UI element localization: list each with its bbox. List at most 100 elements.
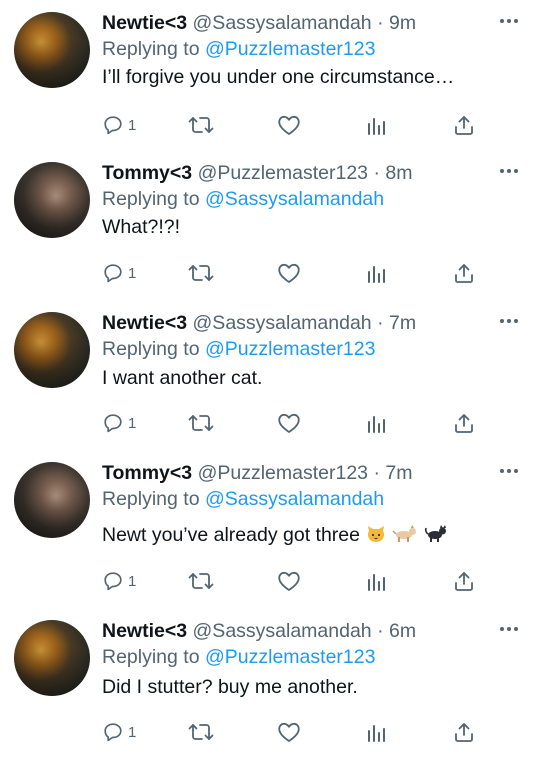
share-button[interactable] — [453, 409, 475, 437]
mention-link[interactable]: @Puzzlemaster123 — [205, 646, 375, 668]
timestamp[interactable]: · 7m — [377, 312, 416, 334]
share-button[interactable] — [453, 259, 475, 287]
user-handle[interactable]: @Sassysalamandah — [193, 312, 372, 334]
share-button[interactable] — [453, 567, 475, 595]
tweet[interactable]: Newtie<3 @Sassysalamandah · 7m Replying … — [0, 302, 540, 452]
mention-link[interactable]: @Sassysalamandah — [205, 488, 384, 510]
like-button[interactable] — [277, 718, 301, 746]
like-button[interactable] — [277, 111, 301, 139]
reply-icon — [102, 262, 124, 284]
display-name[interactable]: Tommy<3 — [102, 462, 192, 484]
share-icon — [453, 412, 475, 434]
retweet-icon — [188, 721, 214, 743]
avatar[interactable] — [14, 312, 90, 388]
user-handle[interactable]: @Puzzlemaster123 — [198, 462, 368, 484]
avatar[interactable] — [14, 620, 90, 696]
analytics-button[interactable] — [366, 718, 386, 746]
user-handle[interactable]: @Sassysalamandah — [193, 620, 372, 642]
mention-link[interactable]: @Puzzlemaster123 — [205, 38, 375, 60]
tweet[interactable]: Tommy<3 @Puzzlemaster123 · 8m Replying t… — [0, 152, 540, 302]
like-icon — [277, 412, 301, 434]
tweet-header: Newtie<3 @Sassysalamandah · 6m — [102, 620, 416, 643]
like-icon — [277, 721, 301, 743]
tweet-text: Did I stutter? buy me another. — [102, 676, 358, 698]
analytics-button[interactable] — [366, 111, 386, 139]
retweet-icon — [188, 570, 214, 592]
action-bar: 1 — [102, 718, 482, 746]
share-icon — [453, 114, 475, 136]
replying-to-label: Replying to — [102, 488, 200, 510]
replying-to-line: Replying to @Puzzlemaster123 — [102, 338, 375, 361]
more-icon[interactable] — [498, 622, 520, 636]
more-icon[interactable] — [498, 464, 520, 478]
avatar[interactable] — [14, 462, 90, 538]
replying-to-label: Replying to — [102, 38, 200, 60]
analytics-icon — [366, 721, 386, 743]
tweet-header: Newtie<3 @Sassysalamandah · 9m — [102, 12, 416, 35]
avatar[interactable] — [14, 162, 90, 238]
action-bar: 1 — [102, 259, 482, 287]
action-bar: 1 — [102, 111, 482, 139]
user-handle[interactable]: @Puzzlemaster123 — [198, 162, 368, 184]
display-name[interactable]: Tommy<3 — [102, 162, 192, 184]
display-name[interactable]: Newtie<3 — [102, 12, 187, 34]
dog-emoji — [392, 525, 418, 549]
reply-button[interactable]: 1 — [102, 567, 136, 595]
like-icon — [277, 570, 301, 592]
more-icon[interactable] — [498, 14, 520, 28]
analytics-button[interactable] — [366, 259, 386, 287]
action-bar: 1 — [102, 409, 482, 437]
reply-count: 1 — [128, 723, 137, 741]
display-name[interactable]: Newtie<3 — [102, 312, 187, 334]
replying-to-line: Replying to @Sassysalamandah — [102, 188, 384, 211]
tweet-header: Newtie<3 @Sassysalamandah · 7m — [102, 312, 416, 335]
reply-count: 1 — [128, 572, 137, 590]
action-bar: 1 — [102, 567, 482, 595]
share-icon — [453, 721, 475, 743]
retweet-button[interactable] — [188, 259, 214, 287]
retweet-button[interactable] — [188, 409, 214, 437]
share-icon — [453, 570, 475, 592]
tweet[interactable]: Tommy<3 @Puzzlemaster123 · 7m Replying t… — [0, 452, 540, 602]
share-button[interactable] — [453, 111, 475, 139]
tweet-text-row: Newt you’ve already got three — [102, 524, 448, 549]
reply-button[interactable]: 1 — [102, 409, 136, 437]
more-icon[interactable] — [498, 164, 520, 178]
like-icon — [277, 262, 301, 284]
more-icon[interactable] — [498, 314, 520, 328]
reply-count: 1 — [128, 264, 137, 282]
black-cat-emoji — [424, 525, 448, 549]
like-button[interactable] — [277, 259, 301, 287]
replying-to-label: Replying to — [102, 188, 200, 210]
tweet[interactable]: Newtie<3 @Sassysalamandah · 9m Replying … — [0, 2, 540, 152]
replying-to-label: Replying to — [102, 338, 200, 360]
tweet[interactable]: Newtie<3 @Sassysalamandah · 6m Replying … — [0, 610, 540, 760]
mention-link[interactable]: @Puzzlemaster123 — [205, 338, 375, 360]
retweet-button[interactable] — [188, 567, 214, 595]
like-icon — [277, 114, 301, 136]
like-button[interactable] — [277, 567, 301, 595]
tweet-header: Tommy<3 @Puzzlemaster123 · 7m — [102, 462, 412, 485]
analytics-button[interactable] — [366, 409, 386, 437]
timestamp[interactable]: · 8m — [373, 162, 412, 184]
replying-to-line: Replying to @Puzzlemaster123 — [102, 646, 375, 669]
retweet-button[interactable] — [188, 718, 214, 746]
share-button[interactable] — [453, 718, 475, 746]
reply-button[interactable]: 1 — [102, 259, 136, 287]
user-handle[interactable]: @Sassysalamandah — [193, 12, 372, 34]
analytics-button[interactable] — [366, 567, 386, 595]
reply-thread: Newtie<3 @Sassysalamandah · 9m Replying … — [0, 0, 540, 761]
timestamp[interactable]: · 6m — [377, 620, 416, 642]
reply-button[interactable]: 1 — [102, 111, 136, 139]
retweet-button[interactable] — [188, 111, 214, 139]
mention-link[interactable]: @Sassysalamandah — [205, 188, 384, 210]
replying-to-line: Replying to @Sassysalamandah — [102, 488, 384, 511]
timestamp[interactable]: · 7m — [373, 462, 412, 484]
avatar[interactable] — [14, 12, 90, 88]
replying-to-line: Replying to @Puzzlemaster123 — [102, 38, 375, 61]
display-name[interactable]: Newtie<3 — [102, 620, 187, 642]
cat-face-emoji — [366, 525, 386, 549]
like-button[interactable] — [277, 409, 301, 437]
timestamp[interactable]: · 9m — [377, 12, 416, 34]
reply-button[interactable]: 1 — [102, 718, 136, 746]
